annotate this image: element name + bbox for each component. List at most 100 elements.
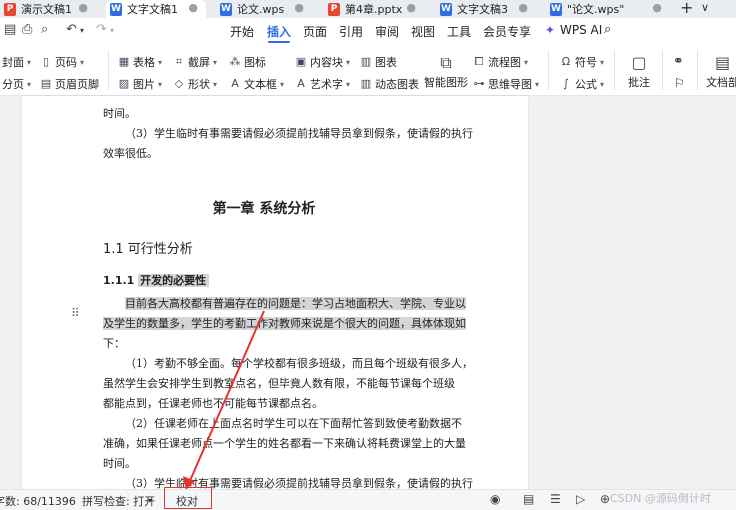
menu-home[interactable]: 开始 xyxy=(230,23,254,40)
paragraph-line[interactable]: 都能点到，任课老师也不可能每节课都点名。 xyxy=(103,394,498,414)
chevron-down-icon: ▾ xyxy=(535,79,540,89)
close-icon[interactable]: ● xyxy=(78,1,88,14)
list-view-icon[interactable]: ☰ xyxy=(550,492,561,506)
content-block-label: 内容块 xyxy=(310,56,343,69)
header-footer-button[interactable]: ▤ 页眉页脚 xyxy=(40,76,99,92)
chapter-heading[interactable]: 第一章 系统分析 xyxy=(0,198,528,218)
shape-button[interactable]: ◇ 形状 ▾ xyxy=(173,76,217,92)
undo-icon[interactable]: ↶ xyxy=(66,22,77,37)
tab-document-1[interactable]: W 文字文稿1 ● xyxy=(106,0,206,18)
symbol-label: 符号 xyxy=(575,56,597,69)
close-icon[interactable]: ● xyxy=(294,1,304,14)
subsection-heading[interactable]: 1.1.1 开发的必要性 xyxy=(103,270,210,292)
picture-button[interactable]: ▨ 图片 ▾ xyxy=(118,76,162,92)
mindmap-button[interactable]: ⊶ 思维导图 ▾ xyxy=(473,76,540,92)
paragraph-line[interactable]: （3）学生临时有事需要请假必须提前找辅导员拿到假条，使请假的执行 xyxy=(103,474,498,489)
table-button[interactable]: ▦ 表格 ▾ xyxy=(118,54,162,70)
drag-handle-icon[interactable]: ⠿ xyxy=(71,307,81,319)
tab-presentation-1[interactable]: P 演示文稿1 ● xyxy=(0,0,96,18)
chevron-down-icon[interactable]: ▾ xyxy=(148,496,152,505)
menu-page[interactable]: 页面 xyxy=(303,23,327,40)
menu-tools[interactable]: 工具 xyxy=(447,23,471,40)
chevron-down-icon[interactable]: ▾ xyxy=(110,26,114,35)
paragraph-line[interactable]: （3）学生临时有事需要请假必须提前找辅导员拿到假条，使请假的执行 xyxy=(103,124,498,144)
close-icon[interactable]: ● xyxy=(406,1,416,14)
menu-member[interactable]: 会员专享 xyxy=(483,23,531,40)
active-menu-underline xyxy=(268,41,290,43)
tab-document-3[interactable]: W 文字文稿3 ● xyxy=(436,0,536,18)
writer-file-icon: W xyxy=(110,2,122,16)
section-heading[interactable]: 1.1 可行性分析 xyxy=(103,238,193,257)
chevron-down-icon[interactable]: ▾ xyxy=(80,26,84,35)
menu-review[interactable]: 审阅 xyxy=(375,23,399,40)
paragraph-line[interactable]: 效率很低。 xyxy=(103,144,498,164)
flowchart-button[interactable]: ⧠ 流程图 ▾ xyxy=(473,54,528,70)
paragraph-line[interactable]: （2）任课老师在上面点名时学生可以在下面帮忙答到致使考勤数据不 xyxy=(103,414,498,434)
wordart-button[interactable]: A 艺术字 ▾ xyxy=(295,76,350,92)
paragraph-line[interactable]: 虽然学生会安排学生到教室点名，但毕竟人数有限，不能每节课每个班级 xyxy=(103,374,498,394)
new-tab-plus-icon[interactable]: + xyxy=(680,0,693,17)
menu-insert[interactable]: 插入 xyxy=(267,23,291,40)
formula-button[interactable]: ∫ 公式 ▾ xyxy=(560,76,604,92)
selected-text: 目前各大高校都有普遍存在的问题是：学习占地面积大、学院、专业以 xyxy=(125,297,466,310)
paragraph-line[interactable]: 时间。 xyxy=(103,104,498,124)
close-icon[interactable]: ● xyxy=(652,1,662,14)
smart-graphic-button[interactable]: ⧉ 智能图形 xyxy=(424,52,468,90)
tab-paper-wps-copy[interactable]: W "论文.wps" ● xyxy=(546,0,670,18)
tab-chapter4-pptx[interactable]: P 第4章.pptx ● xyxy=(324,0,424,18)
cover-button[interactable]: 封面 ▾ xyxy=(2,54,31,70)
screenshot-button[interactable]: ⌗ 截屏 ▾ xyxy=(173,54,217,70)
save-icon[interactable]: ▤ xyxy=(4,22,16,37)
spell-check-toggle[interactable]: 拼写检查: 打开 xyxy=(82,493,155,509)
ribbon-divider xyxy=(662,50,663,90)
chevron-down-icon[interactable]: ∨ xyxy=(701,1,709,14)
page-break-button[interactable]: 分页 ▾ xyxy=(2,76,31,92)
chart-icon: ▥ xyxy=(360,55,372,68)
chevron-down-icon: ▾ xyxy=(158,79,163,89)
paragraph-line-highlighted[interactable]: 及学生的数量多，学生的考勤工作对教师来说是个很大的问题，具体体现如 xyxy=(103,314,498,334)
chevron-down-icon: ▾ xyxy=(158,57,163,67)
play-icon[interactable]: ▷ xyxy=(576,492,585,506)
dynamic-chart-label: 动态图表 xyxy=(375,78,419,91)
paragraph-line[interactable]: 准确，如果任课老师点一个学生的姓名都看一下来确认将耗费课堂上的大量 xyxy=(103,434,498,454)
word-count[interactable]: 字数: 68/11396 xyxy=(0,493,76,509)
paragraph-line[interactable]: （1）考勤不够全面。每个学校都有很多班级，而且每个班级有很多人， xyxy=(103,354,498,374)
header-footer-icon: ▤ xyxy=(40,77,52,90)
doc-parts-button[interactable]: ▤ 文档部 xyxy=(706,52,736,90)
chevron-down-icon: ▾ xyxy=(27,57,32,67)
chart-button[interactable]: ▥ 图表 xyxy=(360,54,397,70)
print-icon[interactable]: ⎙ xyxy=(22,22,32,37)
tab-paper-wps[interactable]: W 论文.wps ● xyxy=(216,0,312,18)
paragraph-line[interactable]: 下： xyxy=(103,334,498,354)
redo-icon[interactable]: ↷ xyxy=(96,22,107,37)
link-icon[interactable]: ⚭ xyxy=(673,54,684,69)
content-block-button[interactable]: ▣ 内容块 ▾ xyxy=(295,54,350,70)
textbox-button[interactable]: A 文本框 ▾ xyxy=(229,76,284,92)
picture-icon: ▨ xyxy=(118,77,130,90)
chevron-down-icon: ▾ xyxy=(280,79,285,89)
menu-bar: ▤ ⎙ ⌕ ↶ ▾ ↷ ▾ 开始 插入 页面 引用 审阅 视图 工具 会员专享 … xyxy=(0,18,736,44)
paragraph-line-highlighted[interactable]: 目前各大高校都有普遍存在的问题是：学习占地面积大、学院、专业以 xyxy=(125,294,498,314)
menu-view[interactable]: 视图 xyxy=(411,23,435,40)
comment-button[interactable]: ▢ 批注 xyxy=(628,52,650,90)
selected-text: 及学生的数量多，学生的考勤工作对教师来说是个很大的问题，具体体现如 xyxy=(103,317,466,330)
eye-protection-icon[interactable]: ◉ xyxy=(490,492,500,506)
icon-library-button[interactable]: ⁂ 图标 xyxy=(229,54,267,70)
menu-references[interactable]: 引用 xyxy=(339,23,363,40)
menu-wps-ai[interactable]: WPS AI xyxy=(560,23,602,37)
dynamic-chart-button[interactable]: ▥ 动态图表 xyxy=(360,76,419,92)
print-preview-icon[interactable]: ⌕ xyxy=(41,22,48,37)
page-view-icon[interactable]: ▤ xyxy=(523,492,534,506)
page-number-button[interactable]: ▯ 页码 ▾ xyxy=(40,54,84,70)
ribbon-divider xyxy=(108,50,109,90)
symbol-button[interactable]: Ω 符号 ▾ xyxy=(560,54,604,70)
bookmark-icon[interactable]: ⚐ xyxy=(674,76,685,90)
close-icon[interactable]: ● xyxy=(518,1,528,14)
content-block-icon: ▣ xyxy=(295,55,307,68)
web-view-icon[interactable]: ⊕ xyxy=(600,492,610,506)
doc-parts-label: 文档部 xyxy=(706,76,736,89)
paragraph-line[interactable]: 时间。 xyxy=(103,454,498,474)
close-icon[interactable]: ● xyxy=(188,1,198,14)
search-icon[interactable]: ⌕ xyxy=(604,22,611,37)
chevron-down-icon: ▾ xyxy=(524,57,529,67)
